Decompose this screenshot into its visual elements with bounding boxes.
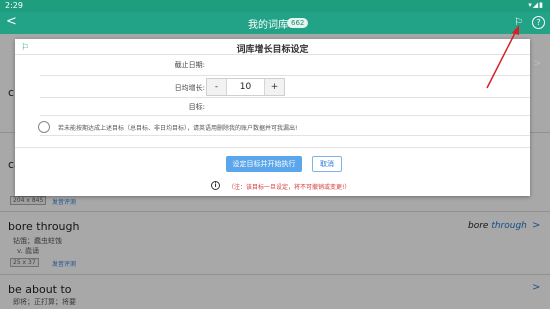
daily-growth-label: 日均增长: xyxy=(174,84,205,92)
back-icon[interactable]: < xyxy=(6,14,17,29)
count-badge: 662 xyxy=(287,18,309,28)
goal-setting-dialog: ⚐ 词库增长目标设定 截止日期: > 日均增长: 目标: xyxy=(15,39,541,196)
warning-text: （注：该目标一旦设定，将不可撤销或变更!） xyxy=(228,184,351,191)
divider xyxy=(40,115,530,116)
divider xyxy=(40,135,530,136)
divider xyxy=(40,97,530,98)
divider xyxy=(40,75,530,76)
daily-growth-stepper: - 10 + xyxy=(206,78,285,96)
divider xyxy=(15,147,530,148)
info-icon: i xyxy=(211,181,220,190)
deadline-label: 截止日期: xyxy=(174,61,205,69)
daily-growth-value[interactable]: 10 xyxy=(227,79,264,95)
system-icons: ▾◢▮ xyxy=(528,1,544,9)
agree-radio[interactable] xyxy=(38,121,50,133)
chevron-right-icon[interactable]: > xyxy=(533,58,541,69)
increment-button[interactable]: + xyxy=(264,79,284,95)
divider xyxy=(15,54,530,55)
decrement-button[interactable]: - xyxy=(207,79,227,95)
status-bar: 2:29 ▾◢▮ xyxy=(0,0,550,12)
help-icon[interactable]: ? xyxy=(532,16,545,29)
set-goal-button[interactable]: 设定目标并开始执行 xyxy=(226,156,302,172)
cancel-button[interactable]: 取消 xyxy=(312,156,342,172)
flag-icon[interactable]: ⚐ xyxy=(514,17,523,28)
status-time: 2:29 xyxy=(5,1,23,10)
commitment-note: 若未能按期达成上述目标（总目标、非日均目标），请英语用删除我的账户数据并可我漏出… xyxy=(58,125,298,132)
page-title: 我的词库 xyxy=(248,20,288,31)
app-bar: < 我的词库 662 ⚐ ? xyxy=(0,12,550,34)
target-label: 目标: xyxy=(188,103,205,111)
